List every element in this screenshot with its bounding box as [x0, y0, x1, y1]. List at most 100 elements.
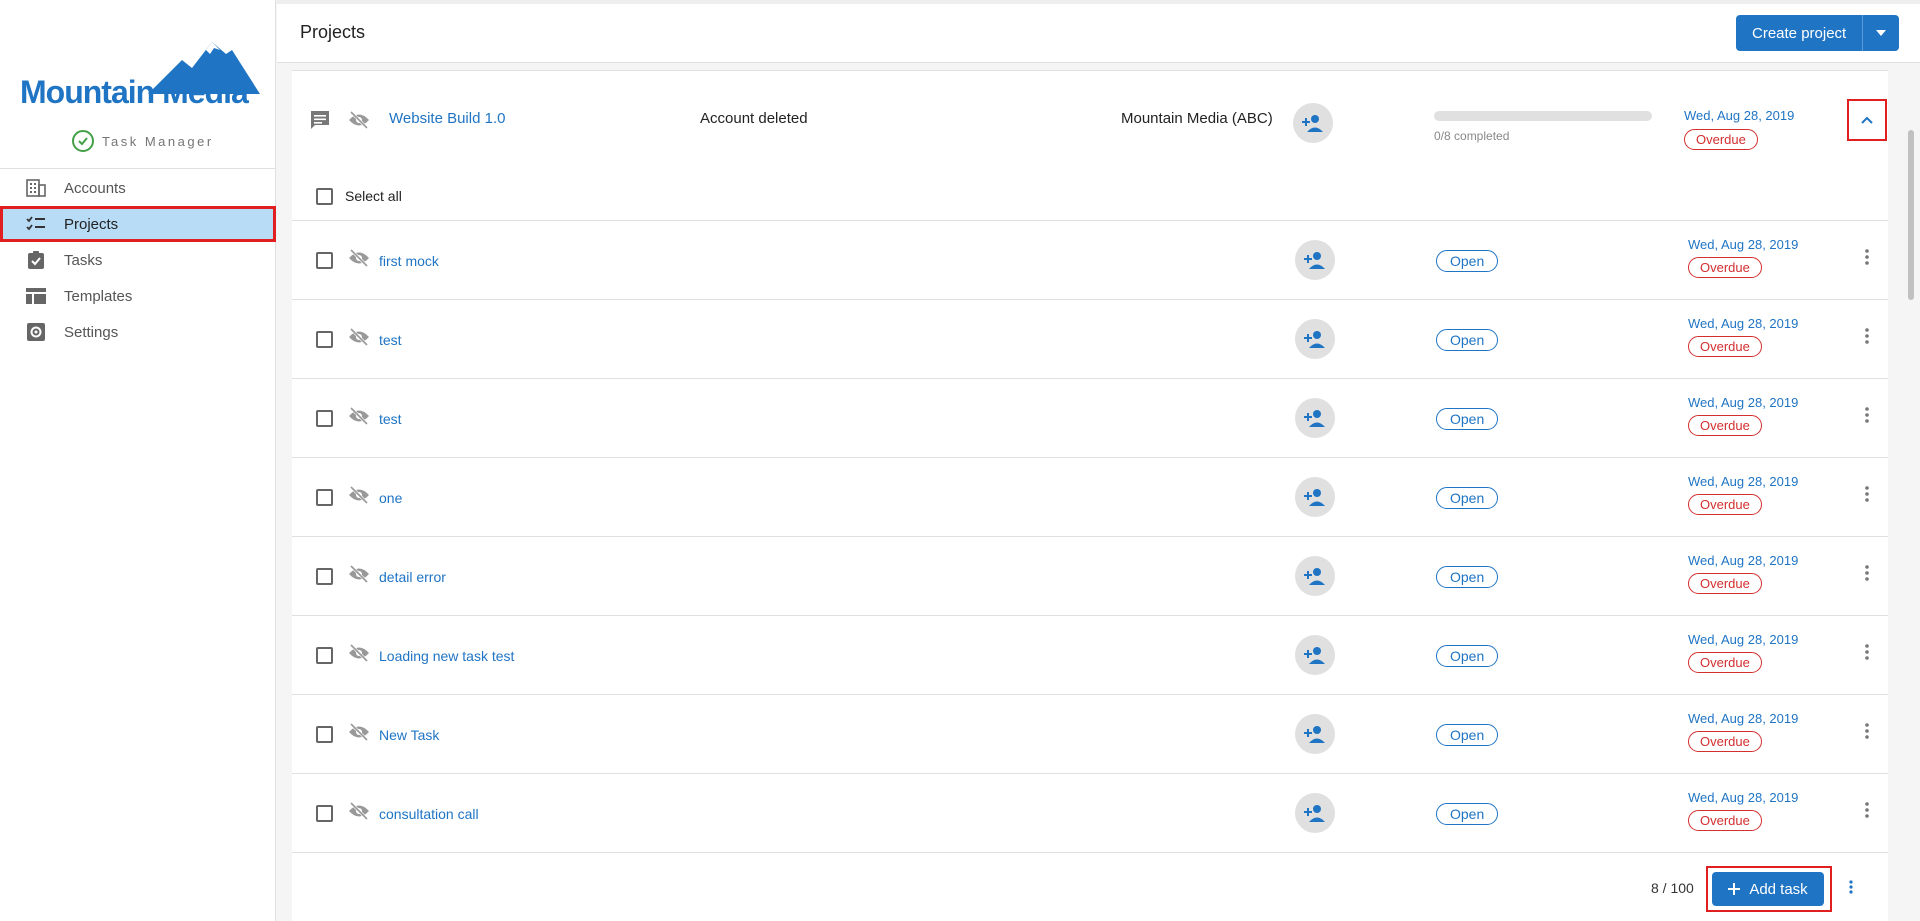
task-row: Loading new task test Open Wed, Aug 28, 20… — [292, 616, 1888, 695]
task-due-date: Wed, Aug 28, 2019 — [1688, 237, 1799, 252]
create-project-dropdown-button[interactable] — [1863, 15, 1900, 51]
more-vert-icon[interactable] — [1865, 407, 1869, 423]
more-vert-icon[interactable] — [1865, 565, 1869, 581]
sidebar-item-label: Tasks — [64, 251, 103, 269]
assign-user-button[interactable] — [1295, 793, 1335, 833]
task-row: test Open Wed, Aug 28, 2019 Overdue — [292, 379, 1888, 458]
project-name-link[interactable]: Website Build 1.0 — [389, 110, 505, 127]
select-all-row: Select all — [292, 171, 1888, 221]
task-name-link[interactable]: test — [379, 411, 402, 427]
task-checkbox[interactable] — [316, 568, 333, 585]
overdue-badge: Overdue — [1688, 652, 1762, 673]
visibility-off-icon[interactable] — [348, 644, 370, 662]
comment-icon[interactable] — [310, 110, 330, 130]
person-add-icon — [1304, 252, 1325, 269]
task-checkbox[interactable] — [316, 647, 333, 664]
visibility-off-icon[interactable] — [348, 111, 370, 129]
assign-user-button[interactable] — [1295, 556, 1335, 596]
task-name-link[interactable]: detail error — [379, 569, 446, 585]
task-checkbox[interactable] — [316, 726, 333, 743]
task-due-date: Wed, Aug 28, 2019 — [1688, 316, 1799, 331]
more-vert-icon[interactable] — [1865, 802, 1869, 818]
task-name-link[interactable]: consultation call — [379, 806, 479, 822]
assign-user-button[interactable] — [1295, 714, 1335, 754]
visibility-off-icon[interactable] — [348, 328, 370, 346]
visibility-off-icon[interactable] — [348, 565, 370, 583]
sidebar-item-accounts[interactable]: Accounts — [0, 170, 276, 206]
task-state-badge[interactable]: Open — [1436, 803, 1499, 825]
more-vert-icon[interactable] — [1865, 486, 1869, 502]
task-state-badge[interactable]: Open — [1436, 487, 1499, 509]
visibility-off-icon[interactable] — [348, 486, 370, 504]
task-due-date: Wed, Aug 28, 2019 — [1688, 790, 1799, 805]
more-vert-icon[interactable] — [1865, 723, 1869, 739]
assign-user-button[interactable] — [1293, 103, 1333, 143]
checklist-icon — [26, 214, 46, 234]
task-checkbox[interactable] — [316, 252, 333, 269]
assign-user-button[interactable] — [1295, 635, 1335, 675]
task-checkbox[interactable] — [316, 805, 333, 822]
task-checkbox[interactable] — [316, 489, 333, 506]
visibility-off-icon[interactable] — [348, 802, 370, 820]
task-name-link[interactable]: first mock — [379, 253, 439, 269]
create-project-button[interactable]: Create project — [1736, 15, 1864, 51]
assign-user-button[interactable] — [1295, 398, 1335, 438]
task-checkbox[interactable] — [316, 410, 333, 427]
task-footer: 8 / 100 Add task — [292, 854, 1888, 914]
scrollbar-thumb[interactable] — [1908, 130, 1914, 300]
project-card: Website Build 1.0 Account deleted Mounta… — [292, 70, 1888, 921]
scrollbar[interactable] — [1906, 70, 1916, 921]
select-all-checkbox[interactable] — [316, 188, 333, 205]
assign-user-button[interactable] — [1295, 477, 1335, 517]
task-state-badge[interactable]: Open — [1436, 408, 1499, 430]
task-list: first mock Open Wed, Aug 28, 2019 Overdue te… — [292, 221, 1888, 853]
overdue-badge: Overdue — [1688, 573, 1762, 594]
brand-logo: Mountain Media — [20, 36, 260, 110]
overdue-badge: Overdue — [1684, 129, 1758, 150]
sidebar-item-templates[interactable]: Templates — [0, 278, 276, 314]
overdue-badge: Overdue — [1688, 336, 1762, 357]
assign-user-button[interactable] — [1295, 240, 1335, 280]
more-vert-icon[interactable] — [1849, 880, 1853, 894]
template-icon — [26, 286, 46, 306]
task-due-date: Wed, Aug 28, 2019 — [1688, 632, 1799, 647]
assign-user-button[interactable] — [1295, 319, 1335, 359]
person-add-icon — [1302, 115, 1323, 132]
app-subtitle: Task Manager — [72, 130, 214, 152]
task-name-link[interactable]: test — [379, 332, 402, 348]
project-client: Mountain Media (ABC) — [1121, 110, 1273, 127]
project-account: Account deleted — [700, 110, 808, 127]
sidebar-item-label: Accounts — [64, 179, 126, 197]
sidebar-item-settings[interactable]: Settings — [0, 314, 276, 350]
select-all-label: Select all — [345, 188, 402, 204]
task-state-badge[interactable]: Open — [1436, 645, 1499, 667]
gear-icon — [26, 322, 46, 342]
check-circle-icon — [72, 130, 94, 152]
page-header: Projects Create project — [277, 0, 1920, 63]
task-state-badge[interactable]: Open — [1436, 724, 1499, 746]
collapse-project-button[interactable] — [1847, 99, 1887, 141]
project-due-date: Wed, Aug 28, 2019 — [1684, 108, 1795, 123]
person-add-icon — [1304, 489, 1325, 506]
task-name-link[interactable]: Loading new task test — [379, 648, 514, 664]
task-state-badge[interactable]: Open — [1436, 250, 1499, 272]
task-state-badge[interactable]: Open — [1436, 566, 1499, 588]
task-name-link[interactable]: one — [379, 490, 402, 506]
visibility-off-icon[interactable] — [348, 723, 370, 741]
more-vert-icon[interactable] — [1865, 644, 1869, 660]
sidebar-item-projects[interactable]: Projects — [0, 206, 276, 242]
task-checkbox[interactable] — [316, 331, 333, 348]
overdue-badge: Overdue — [1688, 810, 1762, 831]
clipboard-check-icon — [26, 250, 46, 270]
sidebar-nav: Accounts Projects Tasks Templates Settin… — [0, 170, 276, 350]
add-task-button[interactable]: Add task — [1712, 872, 1824, 906]
more-vert-icon[interactable] — [1865, 249, 1869, 265]
visibility-off-icon[interactable] — [348, 249, 370, 267]
sidebar-item-tasks[interactable]: Tasks — [0, 242, 276, 278]
task-name-link[interactable]: New Task — [379, 727, 439, 743]
more-vert-icon[interactable] — [1865, 328, 1869, 344]
person-add-icon — [1304, 331, 1325, 348]
visibility-off-icon[interactable] — [348, 407, 370, 425]
create-project-button-group: Create project — [1736, 15, 1900, 51]
task-state-badge[interactable]: Open — [1436, 329, 1499, 351]
